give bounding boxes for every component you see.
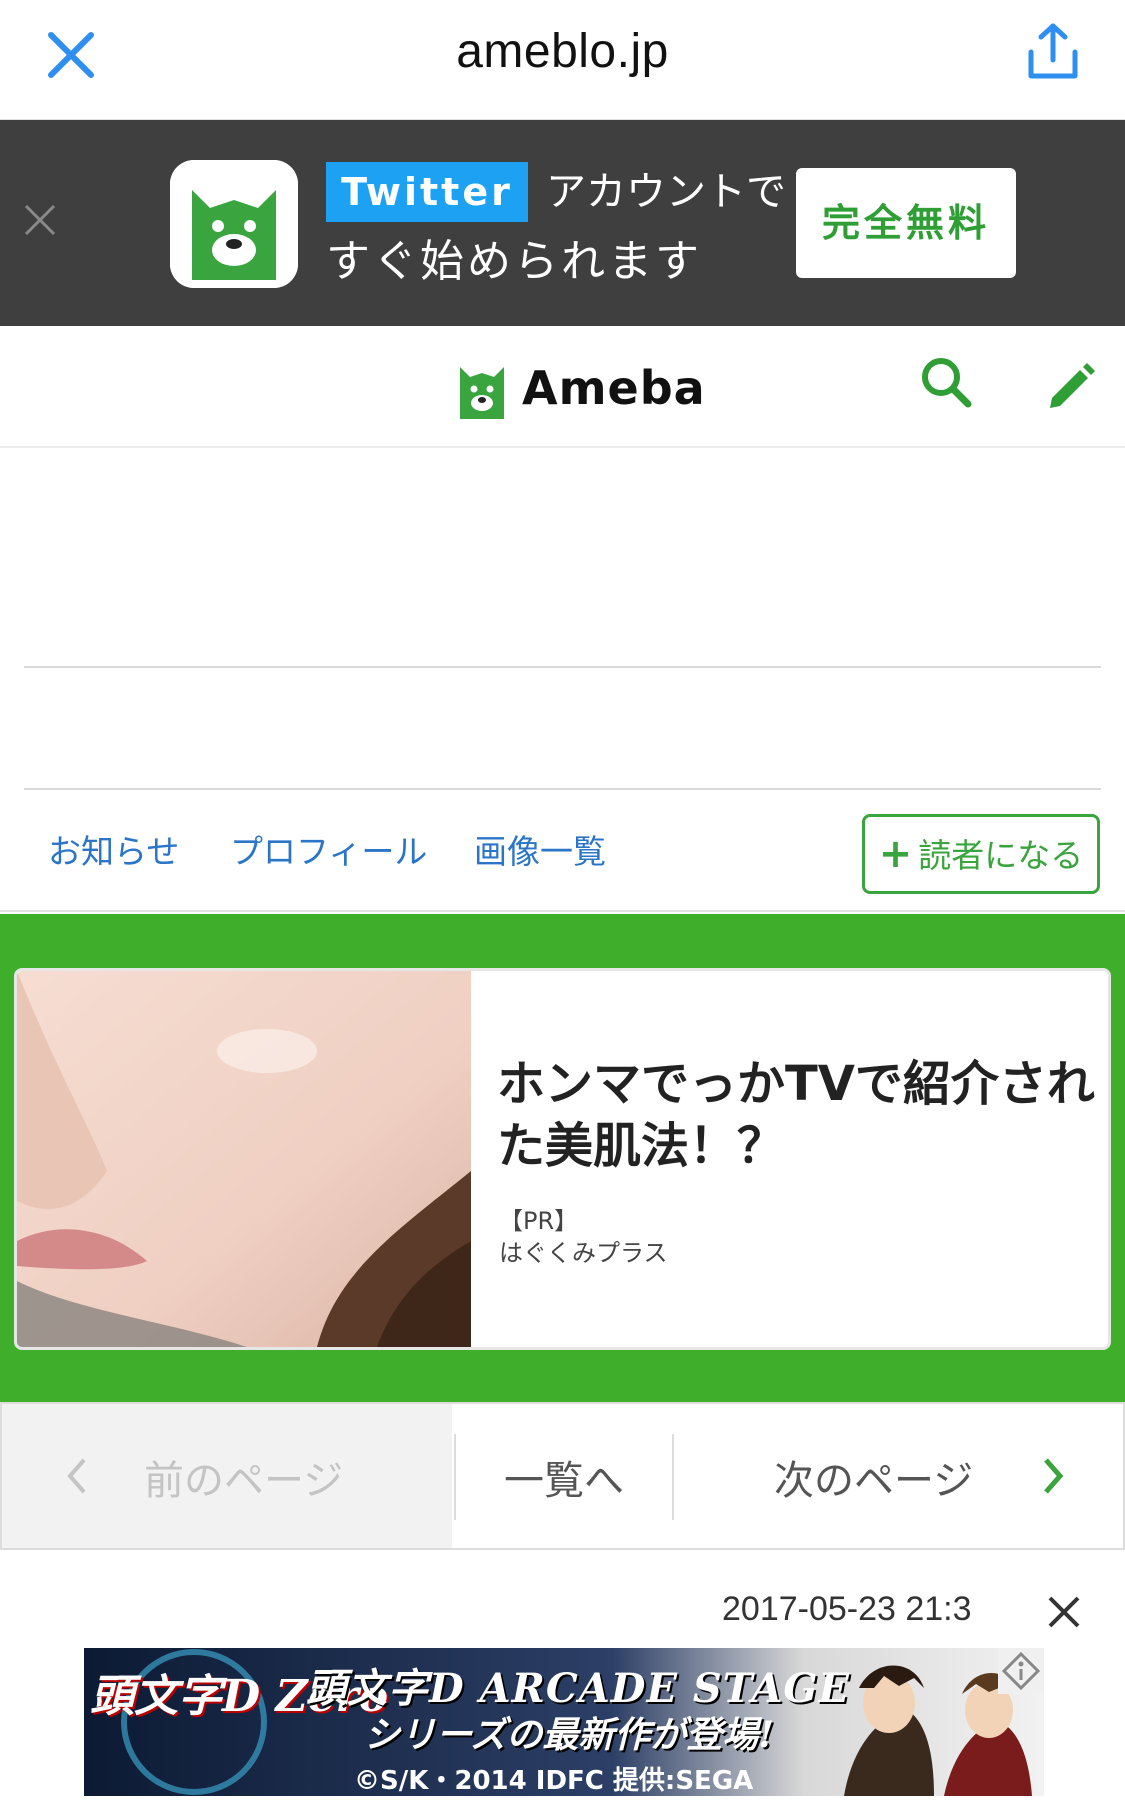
ad-pr-label: 【PR】: [499, 1207, 579, 1235]
twitter-badge: Twitter: [326, 162, 528, 222]
blog-navigation: お知らせ プロフィール 画像一覧 + 読者になる: [0, 792, 1125, 912]
sponsored-ad-card[interactable]: ホンマでっかTVで紹介された美肌法！？ 【PR】 はぐくみプラス: [14, 968, 1111, 1350]
ad-sponsor: はぐくみプラス: [499, 1239, 668, 1267]
free-download-button[interactable]: 完全無料: [796, 168, 1016, 278]
ameba-logo[interactable]: Ameba: [454, 352, 706, 424]
list-page-button[interactable]: 一覧へ: [456, 1448, 672, 1506]
banner-text-line2: すぐ始められます: [326, 236, 702, 287]
divider: [24, 666, 1101, 668]
ameba-app-icon: [170, 160, 298, 288]
chevron-right-icon[interactable]: [1038, 1456, 1068, 1496]
prev-page-label: 前のページ: [144, 1458, 344, 1504]
nav-link-news[interactable]: お知らせ: [48, 830, 179, 874]
divider: [672, 1434, 674, 1520]
adchoices-icon[interactable]: [998, 1648, 1044, 1694]
ameba-wordmark: Ameba: [522, 361, 706, 415]
site-header: Ameba: [0, 326, 1125, 448]
ad-title[interactable]: ホンマでっかTVで紹介された美肌法！？: [497, 1053, 1097, 1177]
ad-photo: [17, 971, 471, 1347]
plus-icon: +: [878, 831, 913, 877]
share-icon[interactable]: [1023, 22, 1083, 82]
close-icon: [1048, 1596, 1080, 1628]
prev-page-button[interactable]: 前のページ: [2, 1404, 452, 1548]
browser-toolbar: ameblo.jp: [0, 0, 1125, 120]
ameba-mascot-icon: [460, 367, 504, 419]
bottom-banner-ad[interactable]: 頭文字D Zero 頭文字D ARCADE STAGE シリーズの最新作が登場!…: [84, 1648, 1044, 1796]
banner-text-line1: アカウントで: [546, 169, 786, 215]
ad-copyright: ©S/K・2014 IDFC 提供:SEGA: [354, 1766, 754, 1796]
ad-subheadline: シリーズの最新作が登場!: [364, 1714, 775, 1756]
pagination: 前のページ 一覧へ 次のページ: [0, 1402, 1125, 1550]
search-icon[interactable]: [918, 354, 974, 410]
chevron-left-icon: [67, 1458, 86, 1494]
app-install-banner[interactable]: Twitter アカウントで すぐ始められます 完全無料: [0, 120, 1125, 326]
nav-link-images[interactable]: 画像一覧: [474, 830, 606, 874]
follow-button[interactable]: + 読者になる: [862, 814, 1100, 894]
page-domain: ameblo.jp: [456, 25, 669, 78]
close-banner-icon[interactable]: [22, 202, 58, 238]
follow-label: 読者になる: [918, 836, 1084, 875]
edit-pencil-icon[interactable]: [1040, 352, 1100, 412]
sponsored-section: ホンマでっかTVで紹介された美肌法！？ 【PR】 はぐくみプラス: [0, 914, 1125, 1402]
divider: [24, 788, 1101, 790]
nav-link-profile[interactable]: プロフィール: [230, 830, 427, 874]
next-page-button[interactable]: 次のページ: [774, 1448, 973, 1506]
